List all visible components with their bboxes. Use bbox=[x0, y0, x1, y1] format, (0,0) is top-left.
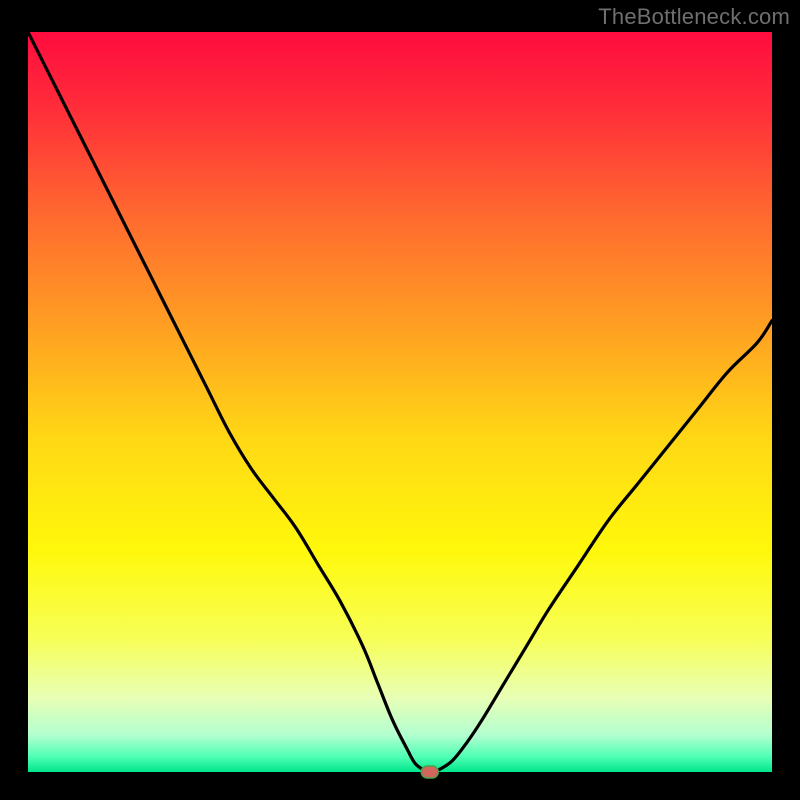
plot-background bbox=[28, 32, 772, 772]
watermark-label: TheBottleneck.com bbox=[598, 4, 790, 30]
chart-frame: TheBottleneck.com bbox=[0, 0, 800, 800]
selected-point-marker bbox=[421, 766, 438, 778]
bottleneck-plot bbox=[0, 0, 800, 800]
